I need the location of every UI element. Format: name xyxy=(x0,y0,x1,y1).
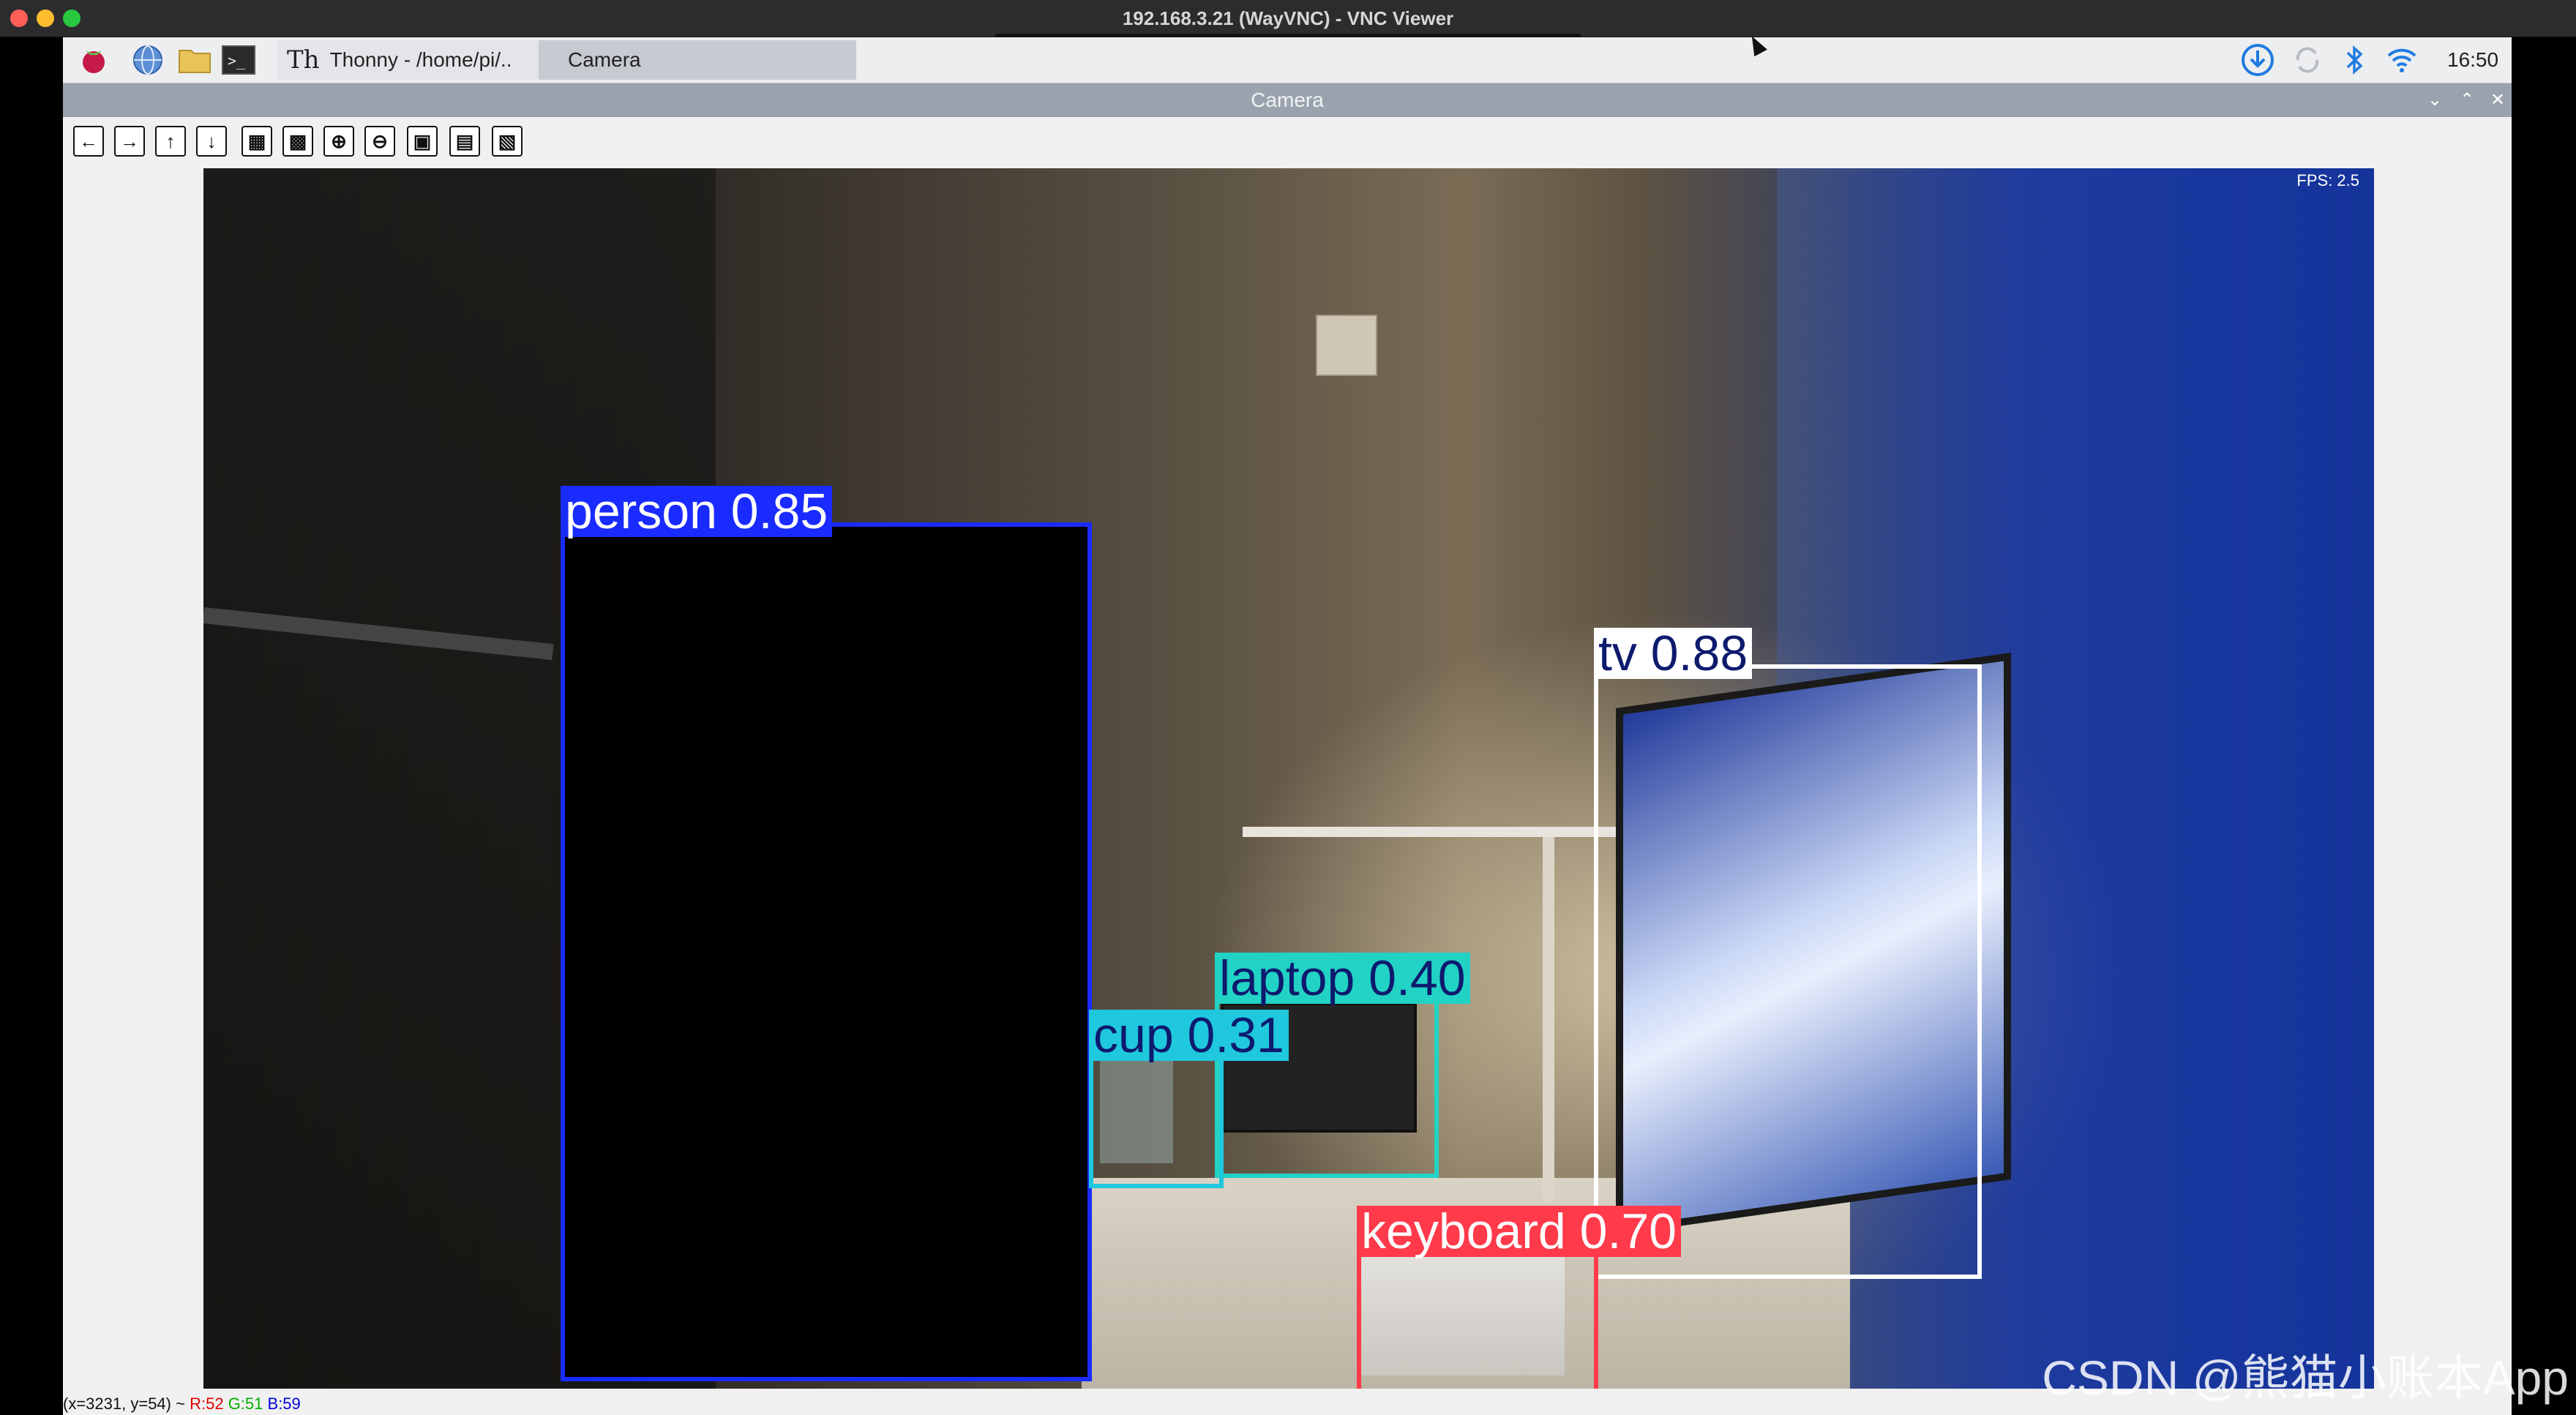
clock: 16:50 xyxy=(2447,48,2499,71)
browser-globe-icon[interactable] xyxy=(130,43,165,77)
arrow-left-icon[interactable]: ← xyxy=(73,126,104,157)
camera-task-label: Camera xyxy=(568,48,641,71)
person-detection-box xyxy=(561,522,1092,1381)
wall-outlet xyxy=(1316,315,1377,376)
wifi-icon[interactable] xyxy=(2384,42,2419,78)
save-icon[interactable]: ▣ xyxy=(407,126,438,157)
arrow-up-icon[interactable]: ↑ xyxy=(155,126,186,157)
top-scroll-indicator xyxy=(995,34,1581,37)
cup-detection-label: cup 0.31 xyxy=(1089,1010,1289,1061)
thonny-task-label: Thonny - /home/pi/.. xyxy=(329,48,512,71)
person-detection-label: person 0.85 xyxy=(561,486,833,537)
clipboard-icon[interactable]: ▤ xyxy=(449,126,480,157)
camera-window-title: Camera xyxy=(1251,89,1324,111)
download-update-icon[interactable] xyxy=(2239,42,2276,78)
tv-detection-label: tv 0.88 xyxy=(1594,628,1753,679)
zoom-out-icon[interactable]: ⊖ xyxy=(364,126,395,157)
terminal-icon[interactable]: >_ xyxy=(221,43,256,77)
pixel-green-value: G:51 xyxy=(228,1395,263,1413)
pi-taskbar: >_ Th Thonny - /home/pi/.. Camera 16:50 xyxy=(63,37,2512,83)
camera-window-titlebar: Camera ⌄ ⌃ ✕ xyxy=(63,83,2512,117)
image-icon[interactable]: ▦ xyxy=(242,126,272,157)
cursor-coordinates: (x=3231, y=54) ~ xyxy=(63,1395,185,1413)
chevron-up-icon[interactable]: ⌃ xyxy=(2455,88,2479,113)
cup-detection-box xyxy=(1089,1048,1224,1188)
keyboard-detection-label: keyboard 0.70 xyxy=(1357,1206,1681,1257)
sync-icon[interactable] xyxy=(2289,42,2326,78)
watermark: CSDN @熊猫小账本App xyxy=(2042,1351,2569,1405)
status-bar: (x=3231, y=54) ~ R:52 G:51 B:59 xyxy=(63,1393,301,1415)
taskbar-camera[interactable]: Camera xyxy=(539,40,856,80)
vnc-title-bar: 192.168.3.21 (WayVNC) - VNC Viewer xyxy=(0,0,2576,37)
svg-text:>_: >_ xyxy=(228,52,246,70)
image-alt-icon[interactable]: ▩ xyxy=(282,126,313,157)
keyboard-detection-box xyxy=(1357,1244,1598,1389)
raspberry-menu-icon[interactable] xyxy=(76,43,111,77)
laptop-detection-label: laptop 0.40 xyxy=(1215,953,1470,1004)
pixel-red-value: R:52 xyxy=(190,1395,224,1413)
close-icon[interactable]: ✕ xyxy=(2485,88,2510,113)
thonny-icon: Th xyxy=(287,45,320,75)
camera-image[interactable]: person 0.85 tv 0.88 laptop 0.40 cup 0.31… xyxy=(203,168,2374,1389)
bluetooth-icon[interactable] xyxy=(2340,42,2370,78)
arrow-down-icon[interactable]: ↓ xyxy=(196,126,227,157)
chevron-down-icon[interactable]: ⌄ xyxy=(2422,88,2447,113)
left-frame xyxy=(0,37,63,1415)
copy-icon[interactable]: ▧ xyxy=(492,126,523,157)
pixel-blue-value: B:59 xyxy=(267,1395,301,1413)
right-frame xyxy=(2512,37,2576,1415)
file-manager-folder-icon[interactable] xyxy=(177,43,212,77)
arrow-right-icon[interactable]: → xyxy=(114,126,145,157)
tv-detection-box xyxy=(1594,664,1982,1279)
fps-readout: FPS: 2.5 xyxy=(2296,171,2359,189)
lamp-arm xyxy=(1243,827,1623,837)
zoom-in-icon[interactable]: ⊕ xyxy=(323,126,354,157)
vnc-window-title: 192.168.3.21 (WayVNC) - VNC Viewer xyxy=(1122,7,1454,29)
lamp-pole xyxy=(1543,837,1554,1203)
